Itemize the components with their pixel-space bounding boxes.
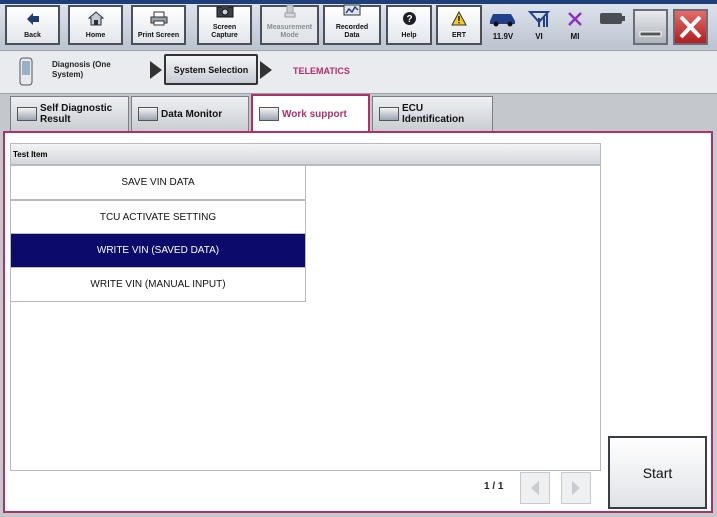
test-item-header-label: Test Item — [13, 150, 48, 159]
close-button[interactable] — [673, 9, 708, 45]
back-label: Back — [24, 32, 41, 39]
close-icon — [679, 15, 702, 39]
tab-icon — [259, 107, 279, 121]
tab-icon — [138, 107, 158, 121]
svg-text:?: ? — [406, 14, 412, 25]
tab-data-monitor-label: Data Monitor — [161, 108, 223, 120]
next-page-button[interactable] — [561, 472, 591, 504]
warning-icon — [451, 10, 467, 30]
back-arrow-icon — [26, 12, 40, 30]
list-item-label: WRITE VIN (MANUAL INPUT) — [90, 279, 226, 290]
breadcrumb-diagnosis[interactable]: Diagnosis (One System) — [52, 60, 111, 80]
voltage-status: 11.9V — [485, 10, 521, 46]
test-item-header: Test Item — [10, 143, 601, 165]
measurement-mode-button[interactable]: Measurement Mode — [260, 4, 319, 45]
home-label: Home — [85, 32, 106, 39]
tab-work-support[interactable]: Work support — [251, 94, 370, 132]
list-item-tcu-activate-setting[interactable]: TCU ACTIVATE SETTING — [10, 200, 306, 234]
measurement-mode-label-2: Mode — [280, 32, 299, 39]
cross-icon — [557, 10, 593, 32]
tab-self-diagnostic-result[interactable]: Self Diagnostic Result — [10, 96, 129, 131]
screen-capture-label-1: Screen — [212, 24, 237, 31]
breadcrumb-diagnosis-line2: System) — [52, 70, 84, 79]
list-item-write-vin-manual-input[interactable]: WRITE VIN (MANUAL INPUT) — [10, 268, 306, 302]
start-button-label: Start — [642, 464, 673, 481]
recorded-data-button[interactable]: Recorded Data — [323, 4, 381, 45]
print-screen-button[interactable]: Print Screen — [131, 5, 186, 45]
screen-capture-button[interactable]: Screen Capture — [197, 5, 252, 45]
breadcrumb: Diagnosis (One System) System Selection … — [0, 50, 717, 94]
vi-status: VI — [521, 10, 557, 46]
phone-icon — [18, 57, 34, 92]
page-indicator: 1 / 1 — [484, 481, 504, 492]
voltage-label: 11.9V — [492, 32, 514, 41]
breadcrumb-system-selection-label: System Selection — [173, 64, 249, 75]
list-item-save-vin-data[interactable]: SAVE VIN DATA — [10, 166, 306, 200]
signal-icon — [521, 10, 557, 32]
minimize-button[interactable] — [633, 9, 668, 45]
breadcrumb-separator — [150, 61, 162, 79]
battery-status — [594, 10, 630, 46]
tab-data-monitor[interactable]: Data Monitor — [131, 96, 249, 131]
mi-status: MI — [557, 10, 593, 46]
print-screen-label: Print Screen — [137, 32, 180, 39]
tab-icon — [17, 107, 37, 121]
recorded-data-icon — [343, 4, 361, 22]
chevron-left-icon — [531, 481, 539, 495]
list-item-label: TCU ACTIVATE SETTING — [99, 211, 217, 223]
battery-icon — [594, 10, 630, 32]
measurement-icon — [283, 4, 297, 22]
camera-icon — [216, 4, 234, 22]
recorded-data-label-2: Data — [344, 32, 360, 39]
help-button[interactable]: ? Help — [386, 5, 432, 45]
prev-page-button[interactable] — [520, 472, 550, 504]
vi-label: VI — [535, 32, 543, 41]
start-button[interactable]: Start — [608, 436, 707, 509]
screen-capture-label-2: Capture — [211, 32, 238, 39]
list-item-write-vin-saved-data[interactable]: WRITE VIN (SAVED DATA) — [10, 234, 306, 268]
ert-label: ERT — [452, 32, 466, 39]
tab-self-diagnostic-label-2: Result — [40, 114, 71, 125]
breadcrumb-diagnosis-line1: Diagnosis (One — [52, 60, 111, 69]
mi-label: MI — [570, 32, 580, 41]
printer-icon — [150, 11, 168, 30]
minimize-icon — [639, 31, 662, 37]
chevron-right-icon — [572, 481, 580, 495]
home-icon — [87, 11, 104, 30]
breadcrumb-current: TELEMATICS — [293, 66, 350, 76]
breadcrumb-system-selection[interactable]: System Selection — [164, 54, 258, 85]
home-button[interactable]: Home — [68, 5, 123, 45]
tab-work-support-label: Work support — [282, 108, 347, 120]
breadcrumb-separator — [260, 61, 272, 79]
list-item-label: SAVE VIN DATA — [121, 177, 195, 188]
tab-icon — [379, 107, 399, 121]
help-label: Help — [401, 32, 417, 39]
tab-ecu-identification[interactable]: ECU Identification — [372, 96, 493, 131]
recorded-data-label-1: Recorded — [335, 24, 369, 31]
tab-self-diagnostic-label-1: Self Diagnostic — [40, 103, 113, 114]
ert-button[interactable]: ERT — [436, 5, 482, 45]
list-item-label: WRITE VIN (SAVED DATA) — [96, 245, 220, 256]
tab-ecu-label-1: ECU — [402, 103, 424, 114]
car-battery-icon — [485, 10, 521, 32]
tab-ecu-label-2: Identification — [402, 114, 465, 125]
back-button[interactable]: Back — [5, 5, 60, 45]
measurement-mode-label-1: Measurement — [266, 24, 313, 31]
main-toolbar: Back Home Print Screen Screen Capture Me… — [0, 4, 717, 49]
help-icon: ? — [402, 11, 417, 30]
